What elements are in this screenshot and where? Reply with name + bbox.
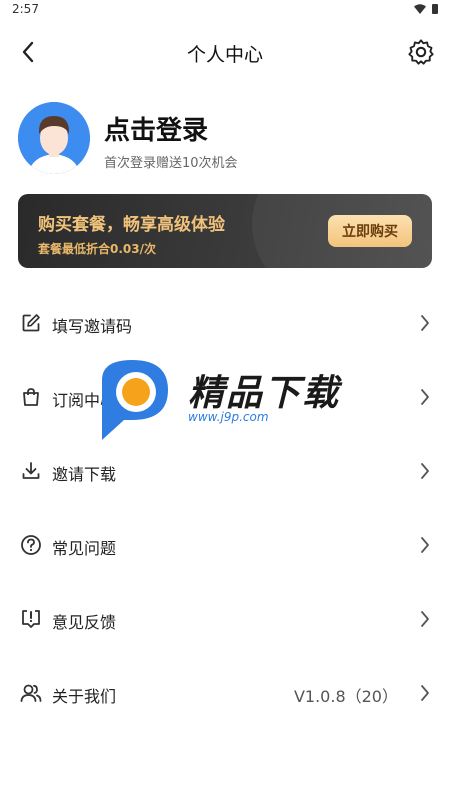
- chevron-right-icon: [421, 315, 429, 331]
- avatar[interactable]: [18, 102, 90, 174]
- chevron-right-icon: [421, 537, 429, 553]
- menu-item-invite-download[interactable]: 邀请下载: [0, 434, 450, 508]
- menu-label: 常见问题: [52, 539, 117, 558]
- users-icon: [20, 682, 42, 704]
- settings-menu: 填写邀请码 订阅中心 邀请下载 常见问题 意见反馈 关于我们 V1.0.8（20…: [0, 286, 450, 730]
- login-bonus-text: 首次登录赠送10次机会: [104, 156, 238, 171]
- chevron-right-icon: [421, 685, 429, 701]
- buy-now-button[interactable]: 立即购买: [328, 215, 412, 247]
- default-avatar-icon: [18, 102, 90, 174]
- menu-label: 填写邀请码: [52, 317, 133, 336]
- menu-item-faq[interactable]: 常见问题: [0, 508, 450, 582]
- gear-icon: [408, 39, 434, 65]
- download-icon: [20, 460, 42, 482]
- status-time: 2:57: [12, 2, 39, 16]
- nav-bar: 个人中心: [0, 28, 450, 76]
- wifi-icon: [414, 4, 426, 14]
- battery-icon: [432, 4, 438, 14]
- status-bar: 2:57: [0, 0, 450, 20]
- menu-label: 关于我们: [52, 687, 117, 706]
- vip-banner: 购买套餐，畅享高级体验 套餐最低折合0.03/次 立即购买: [18, 194, 432, 268]
- login-title: 点击登录: [104, 116, 209, 146]
- chevron-right-icon: [421, 389, 429, 405]
- settings-button[interactable]: [406, 37, 436, 67]
- chevron-right-icon: [421, 611, 429, 627]
- chevron-right-icon: [421, 463, 429, 479]
- menu-item-about-us[interactable]: 关于我们 V1.0.8（20）: [0, 656, 450, 730]
- page-title: 个人中心: [186, 44, 263, 66]
- help-circle-icon: [20, 534, 42, 556]
- edit-icon: [20, 312, 42, 334]
- feedback-icon: [20, 608, 42, 630]
- watermark-url: www.j9p.com: [188, 410, 269, 424]
- status-icons: [414, 4, 438, 14]
- app-version: V1.0.8（20）: [293, 687, 398, 706]
- menu-label: 邀请下载: [52, 465, 117, 484]
- vip-title: 购买套餐，畅享高级体验: [38, 215, 225, 235]
- login-profile[interactable]: 点击登录 首次登录赠送10次机会: [18, 102, 438, 174]
- menu-label: 意见反馈: [52, 613, 117, 632]
- menu-item-feedback[interactable]: 意见反馈: [0, 582, 450, 656]
- watermark-text: 精品下载: [188, 373, 341, 414]
- watermark-overlay: 精品下载 www.j9p.com: [96, 358, 356, 442]
- shopping-bag-icon: [20, 386, 42, 408]
- watermark-logo-icon: [102, 360, 168, 440]
- menu-item-invite-code[interactable]: 填写邀请码: [0, 286, 450, 360]
- vip-subtitle: 套餐最低折合0.03/次: [38, 242, 156, 256]
